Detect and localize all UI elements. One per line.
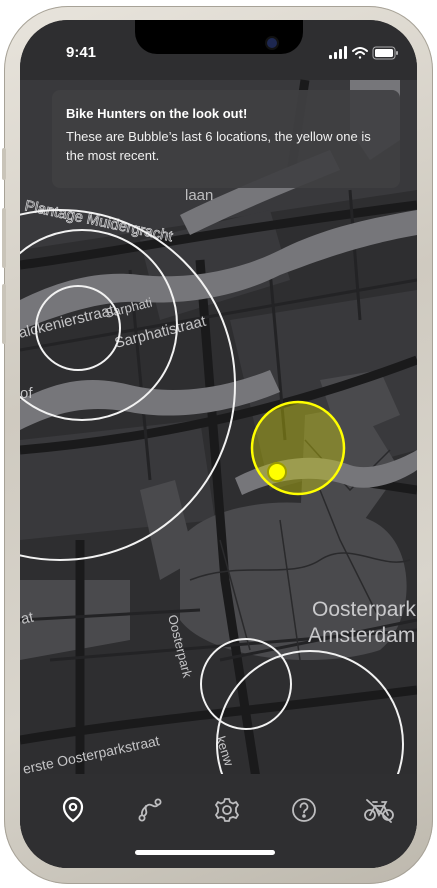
label-city: Amsterdam: [308, 624, 415, 647]
tab-bike[interactable]: [363, 796, 395, 824]
volume-up-button: [2, 208, 6, 268]
mute-switch: [2, 148, 6, 180]
label-park-name: Oosterpark: [312, 598, 416, 621]
status-bar: 9:41: [20, 20, 417, 76]
label-laan: laan: [185, 187, 213, 204]
screen: Plantage Muidergracht laan alckenierstra…: [20, 20, 417, 868]
gear-icon: [214, 798, 240, 822]
volume-down-button: [2, 284, 6, 344]
location-pin-icon: [62, 796, 84, 823]
wifi-icon: [352, 47, 368, 59]
route-icon: [138, 798, 162, 822]
info-banner: Bike Hunters on the look out! These are …: [52, 90, 400, 188]
tab-location[interactable]: [59, 796, 87, 824]
home-indicator[interactable]: [135, 850, 275, 855]
battery-icon: [372, 46, 398, 60]
help-icon: [292, 798, 316, 822]
banner-body: These are Bubble’s last 6 locations, the…: [66, 129, 371, 163]
tab-route[interactable]: [136, 796, 164, 824]
front-camera: [267, 38, 277, 48]
signal-icon: [329, 46, 347, 59]
tab-settings[interactable]: [213, 796, 241, 824]
notch: [135, 20, 303, 54]
status-time: 9:41: [66, 44, 97, 61]
tab-help[interactable]: [290, 796, 318, 824]
bike-icon: [364, 799, 394, 823]
status-icons: [329, 46, 398, 60]
recent-location-dot[interactable]: [267, 462, 287, 482]
recent-location-radius[interactable]: [250, 400, 346, 496]
banner-title: Bike Hunters on the look out!: [66, 106, 248, 121]
